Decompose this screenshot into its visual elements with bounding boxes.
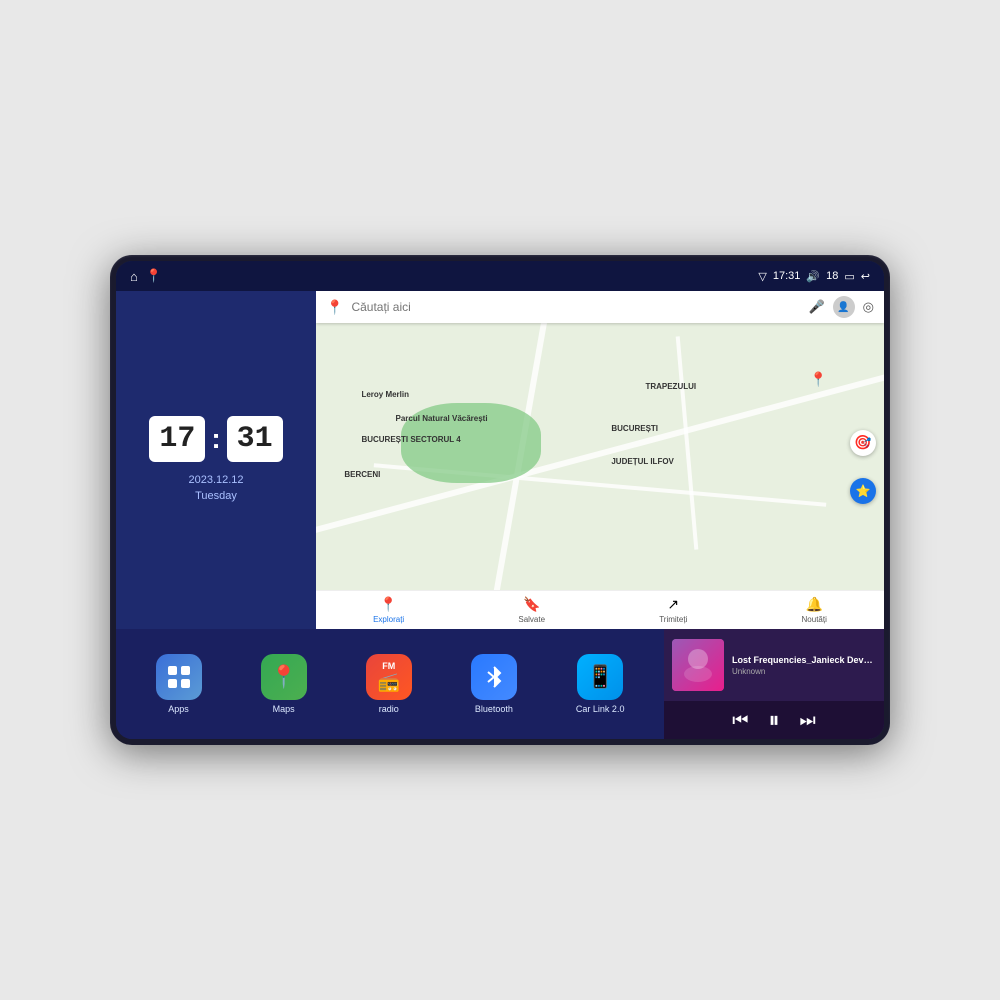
carlink-label: Car Link 2.0	[576, 704, 625, 714]
device-screen: ⌂ 📍 ▽ 17:31 🔊 18 ▭ ↩ 17 :	[116, 261, 884, 739]
volume-icon: 🔊	[806, 270, 820, 283]
app-item-apps[interactable]: Apps	[156, 654, 202, 714]
clock-display: 17 : 31	[149, 416, 282, 462]
clock-minute: 31	[227, 416, 283, 462]
map-label-parc: Parcul Natural Văcărești	[396, 414, 488, 423]
battery-icon: ▭	[844, 270, 854, 283]
map-pin-icon: 📍	[326, 299, 343, 316]
map-nav-noutati[interactable]: 🔔 Noutăți	[802, 596, 827, 624]
app-item-radio[interactable]: FM 📻 radio	[366, 654, 412, 714]
clock-colon: :	[211, 423, 220, 455]
app-item-bluetooth[interactable]: Bluetooth	[471, 654, 517, 714]
back-icon[interactable]: ↩	[861, 270, 870, 283]
map-background: BUCUREȘTI JUDEȚUL ILFOV TRAPEZULUI Parcu…	[316, 323, 884, 590]
status-right-info: ▽ 17:31 🔊 18 ▭ ↩	[758, 270, 870, 283]
maps-label: Maps	[273, 704, 295, 714]
music-title: Lost Frequencies_Janieck Devy-...	[732, 655, 876, 665]
map-body: BUCUREȘTI JUDEȚUL ILFOV TRAPEZULUI Parcu…	[316, 323, 884, 590]
music-play-button[interactable]: ⏸	[768, 707, 779, 733]
top-section: 17 : 31 2023.12.12 Tuesday 📍 🎤	[116, 291, 884, 629]
map-label-trapezului: TRAPEZULUI	[645, 382, 696, 391]
music-info: Lost Frequencies_Janieck Devy-... Unknow…	[732, 655, 876, 676]
map-label-bucuresti: BUCUREȘTI	[611, 424, 658, 433]
map-location-button[interactable]: 🎯	[850, 430, 876, 456]
signal-icon: ▽	[758, 270, 766, 283]
map-search-bar: 📍 🎤 👤 ◎	[316, 291, 884, 323]
map-layers-icon[interactable]: ◎	[863, 299, 874, 315]
map-nav-salvate-icon: 🔖	[523, 596, 540, 613]
radio-icon: FM 📻	[366, 654, 412, 700]
map-nav-salvate[interactable]: 🔖 Salvate	[518, 596, 545, 624]
bottom-section: Apps 📍 Maps FM 📻 radio	[116, 629, 884, 739]
apps-label: Apps	[168, 704, 189, 714]
music-artist: Unknown	[732, 667, 876, 676]
clock-date: 2023.12.12 Tuesday	[188, 472, 243, 505]
apps-icon	[156, 654, 202, 700]
map-nav-explorati-icon: 📍	[380, 596, 397, 613]
map-bottom-bar: 📍 Explorați 🔖 Salvate ↗ Trimiteți 🔔	[316, 590, 884, 629]
clock-widget: 17 : 31 2023.12.12 Tuesday	[116, 291, 316, 629]
map-widget: 📍 🎤 👤 ◎	[316, 291, 884, 629]
map-label-berceni: BERCENI	[344, 470, 380, 479]
map-nav-trimiteti-icon: ↗	[667, 596, 679, 613]
bluetooth-label: Bluetooth	[475, 704, 513, 714]
music-player: Lost Frequencies_Janieck Devy-... Unknow…	[664, 629, 884, 739]
music-next-button[interactable]: ⏭	[800, 710, 816, 731]
apps-dock: Apps 📍 Maps FM 📻 radio	[116, 629, 664, 739]
device-body: ⌂ 📍 ▽ 17:31 🔊 18 ▭ ↩ 17 :	[110, 255, 890, 745]
map-user-avatar[interactable]: 👤	[833, 296, 855, 318]
map-compass-button[interactable]: ⭐	[850, 478, 876, 504]
home-icon[interactable]: ⌂	[130, 269, 138, 284]
map-pin-marker: 📍	[810, 371, 827, 388]
music-prev-button[interactable]: ⏮	[732, 710, 748, 731]
battery-level: 18	[826, 270, 838, 282]
map-label-ilfov: JUDEȚUL ILFOV	[611, 457, 674, 466]
status-left-icons: ⌂ 📍	[130, 268, 162, 284]
map-nav-explorati-label: Explorați	[373, 615, 404, 624]
map-nav-explorati[interactable]: 📍 Explorați	[373, 596, 404, 624]
radio-label: radio	[379, 704, 399, 714]
maps-icon: 📍	[261, 654, 307, 700]
maps-shortcut-icon[interactable]: 📍	[146, 268, 162, 284]
status-time: 17:31	[773, 270, 801, 282]
map-nav-noutati-icon: 🔔	[805, 596, 822, 613]
music-top: Lost Frequencies_Janieck Devy-... Unknow…	[664, 629, 884, 701]
map-nav-trimiteti-label: Trimiteți	[659, 615, 687, 624]
main-content: 17 : 31 2023.12.12 Tuesday 📍 🎤	[116, 291, 884, 739]
app-item-maps[interactable]: 📍 Maps	[261, 654, 307, 714]
clock-hour: 17	[149, 416, 205, 462]
map-search-input[interactable]	[351, 300, 800, 314]
map-label-leroy: Leroy Merlin	[361, 390, 409, 399]
map-label-sectorul4: BUCUREȘTI SECTORUL 4	[361, 435, 460, 444]
map-nav-noutati-label: Noutăți	[802, 615, 827, 624]
map-mic-icon[interactable]: 🎤	[808, 299, 824, 315]
app-item-carlink[interactable]: 📱 Car Link 2.0	[576, 654, 625, 714]
map-road-4	[676, 337, 699, 550]
music-controls: ⏮ ⏸ ⏭	[664, 701, 884, 739]
music-artwork	[672, 639, 724, 691]
bluetooth-icon	[471, 654, 517, 700]
status-bar: ⌂ 📍 ▽ 17:31 🔊 18 ▭ ↩	[116, 261, 884, 291]
carlink-icon: 📱	[577, 654, 623, 700]
map-nav-trimiteti[interactable]: ↗ Trimiteți	[659, 596, 687, 624]
map-nav-salvate-label: Salvate	[518, 615, 545, 624]
